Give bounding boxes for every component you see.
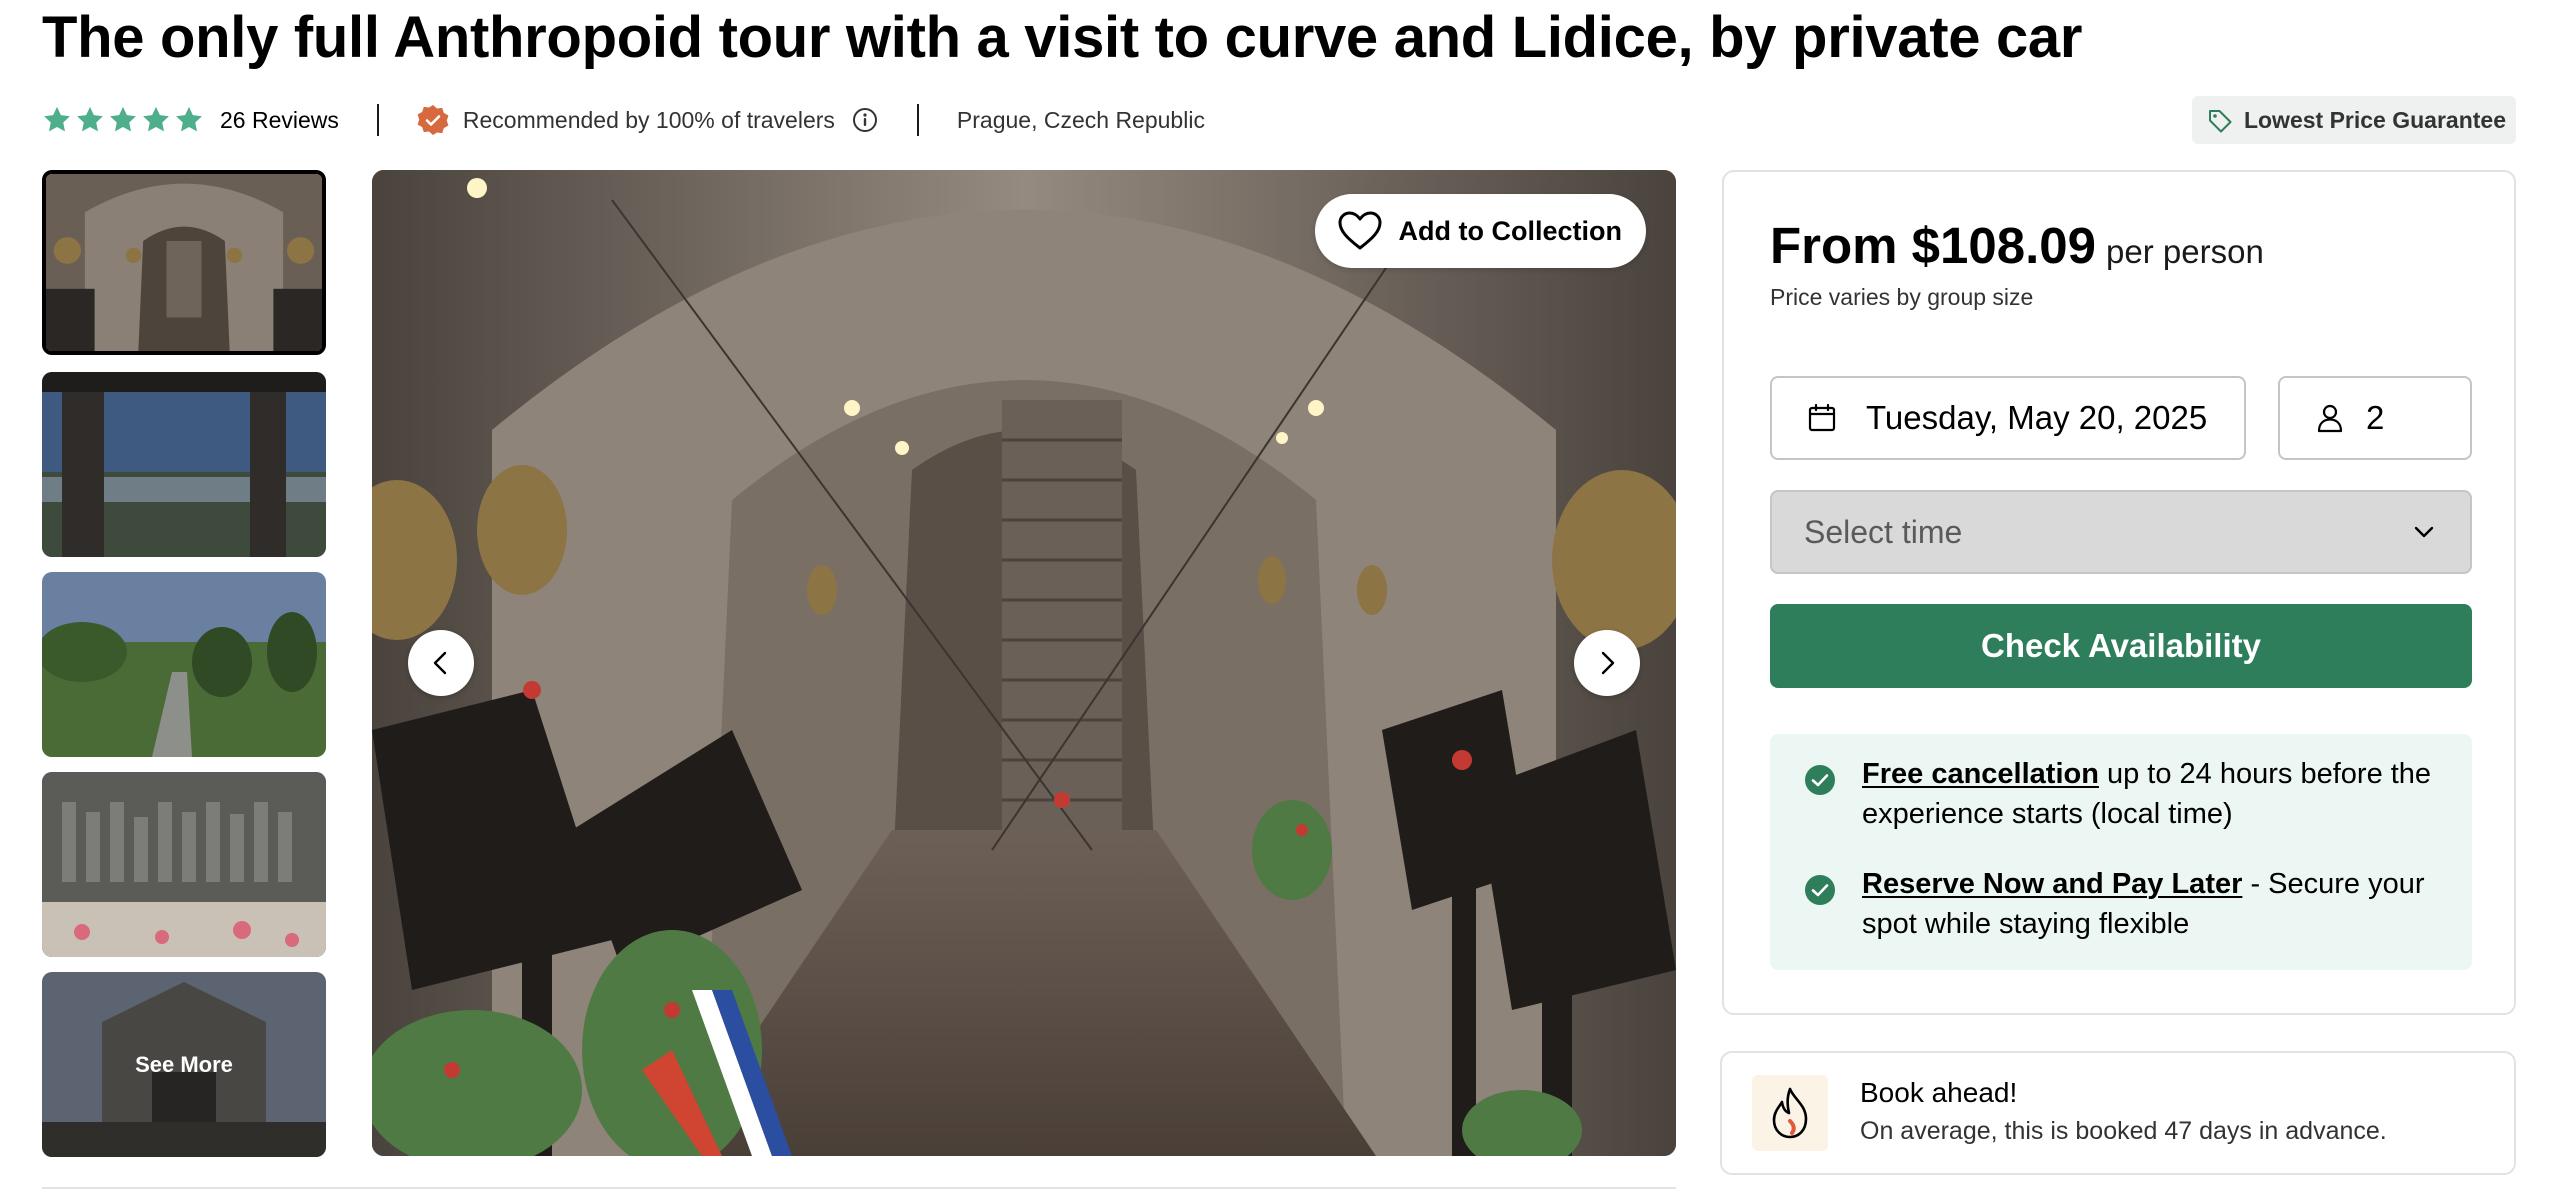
book-ahead-card: Book ahead! On average, this is booked 4… bbox=[1720, 1051, 2516, 1175]
see-more-button[interactable]: See More bbox=[42, 972, 326, 1157]
next-photo-button[interactable] bbox=[1574, 630, 1640, 696]
info-icon[interactable] bbox=[851, 106, 879, 134]
badge-icon bbox=[417, 105, 449, 135]
reviews-link[interactable]: 26 Reviews bbox=[220, 107, 339, 134]
chevron-left-icon bbox=[433, 651, 447, 675]
star-rating[interactable] bbox=[42, 105, 204, 135]
divider bbox=[376, 104, 379, 136]
divider bbox=[916, 104, 919, 136]
star-icon bbox=[110, 106, 136, 132]
star-icon bbox=[77, 106, 103, 132]
previous-photo-button[interactable] bbox=[408, 630, 474, 696]
price-note: Price varies by group size bbox=[1770, 284, 2034, 310]
traveler-count: 2 bbox=[2366, 399, 2385, 436]
date-picker[interactable]: Tuesday, May 20, 2025 bbox=[1770, 376, 2246, 460]
add-to-collection-label: Add to Collection bbox=[1398, 215, 1622, 246]
star-icon bbox=[143, 106, 169, 132]
perk-text: Reserve Now and Pay Later - Secure your … bbox=[1862, 864, 2448, 944]
star-icon bbox=[44, 106, 70, 132]
check-circle-icon bbox=[1805, 875, 1835, 905]
lowest-price-label: Lowest Price Guarantee bbox=[2243, 106, 2506, 133]
heart-icon bbox=[1338, 211, 1382, 250]
crypt-photo bbox=[372, 170, 1676, 1156]
main-photo[interactable]: Add to Collection bbox=[372, 170, 1676, 1156]
price-unit: per person bbox=[2106, 233, 2264, 270]
tag-icon bbox=[2208, 110, 2232, 133]
perk-text: Free cancellation up to 24 hours before … bbox=[1862, 754, 2448, 834]
thumbnail-crypt[interactable] bbox=[42, 170, 326, 355]
travelers-picker[interactable]: 2 bbox=[2278, 376, 2472, 460]
perk-free-cancellation: Free cancellation up to 24 hours before … bbox=[1804, 754, 2448, 834]
divider bbox=[42, 1187, 1676, 1189]
chevron-right-icon bbox=[1601, 651, 1615, 675]
chevron-down-icon bbox=[2414, 526, 2434, 538]
reserve-now-link[interactable]: Reserve Now and Pay Later bbox=[1862, 868, 2242, 900]
recommendation-text: Recommended by 100% of travelers bbox=[462, 106, 835, 133]
check-circle-icon bbox=[1805, 765, 1835, 795]
star-icon bbox=[176, 106, 202, 132]
perk-reserve-now: Reserve Now and Pay Later - Secure your … bbox=[1804, 864, 2448, 944]
meta-row: 26 Reviews Recommended by 100% of travel… bbox=[42, 98, 1205, 142]
flame-icon bbox=[1772, 1087, 1808, 1139]
lowest-price-guarantee[interactable]: Lowest Price Guarantee bbox=[2191, 96, 2516, 144]
free-cancellation-link[interactable]: Free cancellation bbox=[1862, 758, 2099, 790]
location-link[interactable]: Prague, Czech Republic bbox=[957, 107, 1205, 134]
book-ahead-title: Book ahead! bbox=[1860, 1077, 2018, 1108]
thumbnail-church-facade[interactable]: See More bbox=[42, 972, 326, 1157]
time-placeholder: Select time bbox=[1804, 513, 1963, 550]
price-from: From $108.09 bbox=[1770, 217, 2097, 274]
person-icon bbox=[2317, 404, 2343, 433]
thumbnail-memorial-columns[interactable] bbox=[42, 372, 326, 557]
book-ahead-subtitle: On average, this is booked 47 days in ad… bbox=[1860, 1117, 2387, 1145]
price-line: From $108.09 per person bbox=[1770, 216, 2264, 275]
check-availability-button[interactable]: Check Availability bbox=[1770, 604, 2472, 688]
selected-date: Tuesday, May 20, 2025 bbox=[1866, 399, 2208, 436]
thumbnail-children-statues[interactable] bbox=[42, 772, 326, 957]
time-select[interactable]: Select time bbox=[1770, 490, 2472, 574]
calendar-icon bbox=[1808, 403, 1836, 432]
booking-card: From $108.09 per person Price varies by … bbox=[1722, 170, 2516, 1015]
add-to-collection-button[interactable]: Add to Collection bbox=[1314, 194, 1646, 268]
flame-icon-box bbox=[1752, 1075, 1828, 1151]
perks-box: Free cancellation up to 24 hours before … bbox=[1770, 734, 2472, 970]
page-title: The only full Anthropoid tour with a vis… bbox=[42, 5, 2083, 70]
thumbnail-park-path[interactable] bbox=[42, 572, 326, 757]
